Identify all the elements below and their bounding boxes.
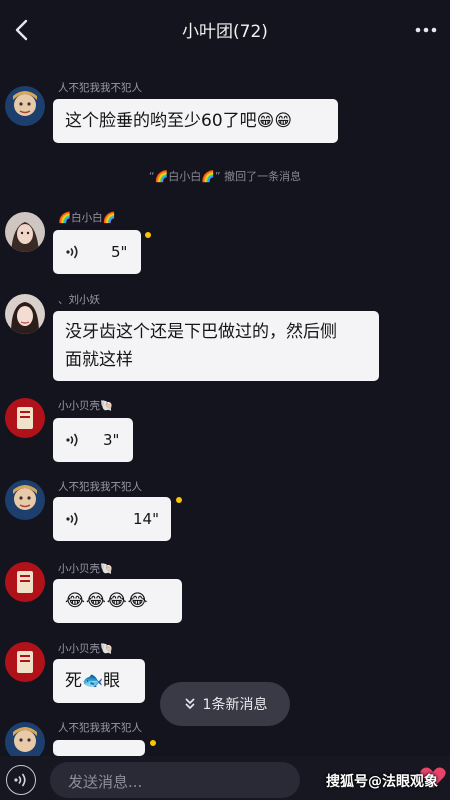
avatar[interactable] [5, 398, 45, 438]
sender-name: 人不犯我我不犯人 [58, 82, 142, 94]
avatar[interactable] [5, 86, 45, 126]
message-bubble[interactable]: 😂😂😂😂 [53, 579, 182, 623]
avatar[interactable] [5, 212, 45, 252]
recall-notice: “🌈白小白🌈” 撤回了一条消息 [148, 170, 302, 183]
double-chevron-down-icon [184, 698, 195, 710]
watermark: 搜狐号@法眼观象 [326, 774, 438, 790]
sender-name: 小小贝壳🐚 [58, 400, 114, 412]
sender-name: 人不犯我我不犯人 [58, 722, 142, 734]
new-messages-label: 1条新消息 [202, 697, 268, 713]
voice-message[interactable]: 3" [53, 418, 133, 462]
sender-name: 小小贝壳🐚 [58, 643, 114, 655]
message-bubble[interactable]: 没牙齿这个还是下巴做过的，然后侧 面就这样 [53, 311, 379, 381]
message-text-line: 没牙齿这个还是下巴做过的，然后侧 [65, 322, 337, 342]
message-bubble[interactable]: 这个脸垂的哟至少60了吧😁😁 [53, 99, 338, 143]
message-bubble[interactable] [53, 740, 145, 756]
voice-duration: 5" [111, 243, 128, 261]
message-input[interactable]: 发送消息... [50, 762, 300, 798]
avatar[interactable] [5, 562, 45, 602]
avatar[interactable] [5, 642, 45, 682]
message-input-placeholder: 发送消息... [68, 773, 143, 791]
voice-message[interactable]: 14" [53, 497, 171, 541]
top-bar: 小叶团(72) [0, 0, 450, 58]
voice-duration: 14" [133, 510, 159, 528]
sender-name: 、刘小妖 [58, 294, 100, 306]
voice-wave-icon [66, 245, 78, 259]
sender-name: 🌈白小白🌈 [58, 212, 116, 224]
unread-dot [150, 740, 156, 746]
avatar[interactable] [5, 480, 45, 520]
voice-wave-icon [14, 773, 26, 787]
message-text: 这个脸垂的哟至少60了吧😁😁 [65, 111, 293, 131]
sender-name: 小小贝壳🐚 [58, 563, 114, 575]
message-text-line: 面就这样 [65, 350, 133, 370]
message-bubble[interactable]: 死🐟眼 [53, 659, 145, 703]
voice-input-button[interactable] [6, 765, 36, 795]
message-text: 😂😂😂😂 [65, 591, 149, 611]
sender-name: 人不犯我我不犯人 [58, 481, 142, 493]
more-options-icon[interactable] [406, 13, 446, 47]
unread-dot [176, 497, 182, 503]
new-messages-button[interactable]: 1条新消息 [160, 682, 290, 726]
avatar[interactable] [5, 294, 45, 334]
voice-message[interactable]: 5" [53, 230, 141, 274]
voice-wave-icon [66, 433, 78, 447]
voice-duration: 3" [103, 431, 120, 449]
chat-title: 小叶团(72) [182, 22, 268, 42]
voice-wave-icon [66, 512, 78, 526]
message-text: 死🐟眼 [65, 671, 121, 691]
unread-dot [145, 232, 151, 238]
